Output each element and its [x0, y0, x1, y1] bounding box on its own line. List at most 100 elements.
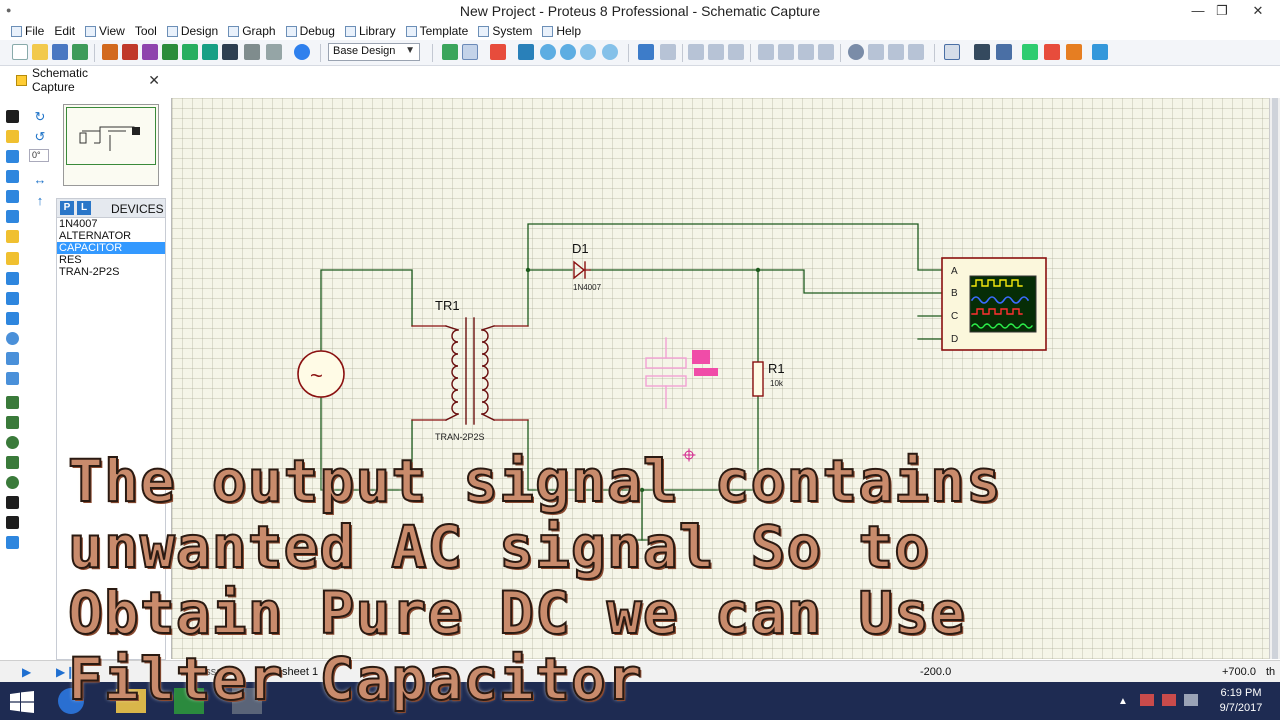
help-icon[interactable] [294, 44, 310, 60]
copy-icon[interactable] [708, 44, 724, 60]
generator-icon[interactable] [6, 332, 19, 345]
mirror-vertical-icon[interactable]: ↑ [33, 194, 47, 208]
selection-mode-icon[interactable] [6, 110, 19, 123]
buses-icon[interactable] [6, 210, 19, 223]
pick-device-icon[interactable] [848, 44, 864, 60]
wire-label-icon[interactable] [6, 170, 19, 183]
transformer-tr1[interactable] [445, 317, 495, 425]
voltage-probe-icon[interactable] [6, 352, 19, 365]
menu-help[interactable]: Help [537, 24, 586, 38]
block-delete-icon[interactable] [818, 44, 834, 60]
cut-icon[interactable] [688, 44, 704, 60]
messages-indicator[interactable]: Messages [190, 666, 240, 678]
gerber-icon[interactable] [182, 44, 198, 60]
block-rotate-icon[interactable] [798, 44, 814, 60]
decompose-icon[interactable] [908, 44, 924, 60]
bom-icon[interactable] [202, 44, 218, 60]
new-file-icon[interactable] [12, 44, 28, 60]
path-icon[interactable] [6, 476, 19, 489]
step-icon[interactable]: ▶❙ [56, 665, 75, 679]
menu-graph[interactable]: Graph [223, 24, 280, 38]
home-icon[interactable] [102, 44, 118, 60]
redo-icon[interactable] [660, 44, 676, 60]
pan-icon[interactable] [518, 44, 534, 60]
list-item[interactable]: 1N4007 [57, 218, 165, 230]
zoom-all-icon[interactable] [580, 44, 596, 60]
pick-device-button[interactable]: P [60, 201, 74, 215]
junction-dot-icon[interactable] [6, 150, 19, 163]
graph-icon[interactable] [6, 292, 19, 305]
resistor-r1[interactable] [752, 361, 764, 397]
overview-window[interactable] [63, 104, 159, 186]
subcircuit-icon[interactable] [6, 230, 19, 243]
wire-autorouter-icon[interactable] [944, 44, 960, 60]
list-item[interactable]: RES [57, 254, 165, 266]
arc-icon[interactable] [6, 456, 19, 469]
paste-icon[interactable] [728, 44, 744, 60]
circle-icon[interactable] [6, 436, 19, 449]
grid-icon[interactable] [462, 44, 478, 60]
diode-d1[interactable] [573, 260, 591, 280]
list-item[interactable]: ALTERNATOR [57, 230, 165, 242]
back-icon[interactable] [162, 44, 178, 60]
windows-start-icon[interactable] [10, 691, 34, 713]
mirror-horizontal-icon[interactable]: ↔ [33, 173, 47, 187]
menu-debug[interactable]: Debug [281, 24, 340, 38]
make-device-icon[interactable] [868, 44, 884, 60]
scrollbar-thumb[interactable] [1272, 98, 1278, 659]
terminals-icon[interactable] [6, 252, 19, 265]
design-explorer-icon[interactable] [244, 44, 260, 60]
menu-template[interactable]: Template [401, 24, 474, 38]
minimize-button[interactable]: — [1188, 2, 1208, 20]
play-icon[interactable]: ▶ [22, 665, 31, 679]
block-copy-icon[interactable] [758, 44, 774, 60]
undo-icon[interactable] [638, 44, 654, 60]
schematic-icon[interactable] [122, 44, 138, 60]
save-all-icon[interactable] [72, 44, 88, 60]
open-folder-icon[interactable] [32, 44, 48, 60]
tray-expand-icon[interactable]: ▲ [1118, 696, 1128, 707]
library-manager-button[interactable]: L [77, 201, 91, 215]
text-script-icon[interactable] [6, 190, 19, 203]
close-button[interactable]: ✕ [1248, 2, 1268, 20]
tape-recorder-icon[interactable] [6, 312, 19, 325]
system-clock[interactable]: 6:19 PM 9/7/2017 [1208, 686, 1274, 716]
rotate-clockwise-icon[interactable]: ↻ [33, 110, 47, 124]
menu-system[interactable]: System [473, 24, 537, 38]
design-variant-select[interactable]: Base Design ▼ [328, 43, 420, 61]
save-icon[interactable] [52, 44, 68, 60]
list-item-selected[interactable]: CAPACITOR [57, 242, 165, 254]
chip-icon[interactable] [222, 44, 238, 60]
line-icon[interactable] [6, 396, 19, 409]
block-move-icon[interactable] [778, 44, 794, 60]
remove-sheet-icon[interactable] [1044, 44, 1060, 60]
text-icon[interactable] [6, 496, 19, 509]
bill-of-materials-icon[interactable] [1092, 44, 1108, 60]
zoom-in-icon[interactable] [540, 44, 556, 60]
box-icon[interactable] [6, 416, 19, 429]
property-assign-icon[interactable] [996, 44, 1012, 60]
zoom-area-icon[interactable] [602, 44, 618, 60]
menu-edit[interactable]: Edit [49, 24, 80, 38]
menu-file[interactable]: File [6, 24, 49, 38]
network-icon[interactable] [1162, 694, 1176, 706]
rotate-anticlockwise-icon[interactable]: ↺ [33, 130, 47, 144]
action-center-icon[interactable] [1140, 694, 1154, 706]
tab-schematic-capture[interactable]: Schematic Capture ✕ [10, 66, 160, 94]
pcb-icon[interactable] [142, 44, 158, 60]
zoom-out-icon[interactable] [560, 44, 576, 60]
vertical-scrollbar[interactable] [1269, 98, 1280, 659]
menu-view[interactable]: View [80, 24, 130, 38]
sheet-indicator[interactable]: sheet 1 [282, 666, 318, 678]
search-tag-icon[interactable] [974, 44, 990, 60]
virtual-instruments-icon[interactable] [6, 372, 19, 385]
origin-icon[interactable] [490, 44, 506, 60]
menu-design[interactable]: Design [162, 24, 223, 38]
marker-icon[interactable] [6, 536, 19, 549]
component-mode-icon[interactable] [6, 130, 19, 143]
proteus-taskbar-icon[interactable] [174, 688, 204, 714]
app-taskbar-icon[interactable] [232, 688, 262, 714]
volume-icon[interactable] [1184, 694, 1198, 706]
symbol-icon[interactable] [6, 516, 19, 529]
device-pins-icon[interactable] [6, 272, 19, 285]
